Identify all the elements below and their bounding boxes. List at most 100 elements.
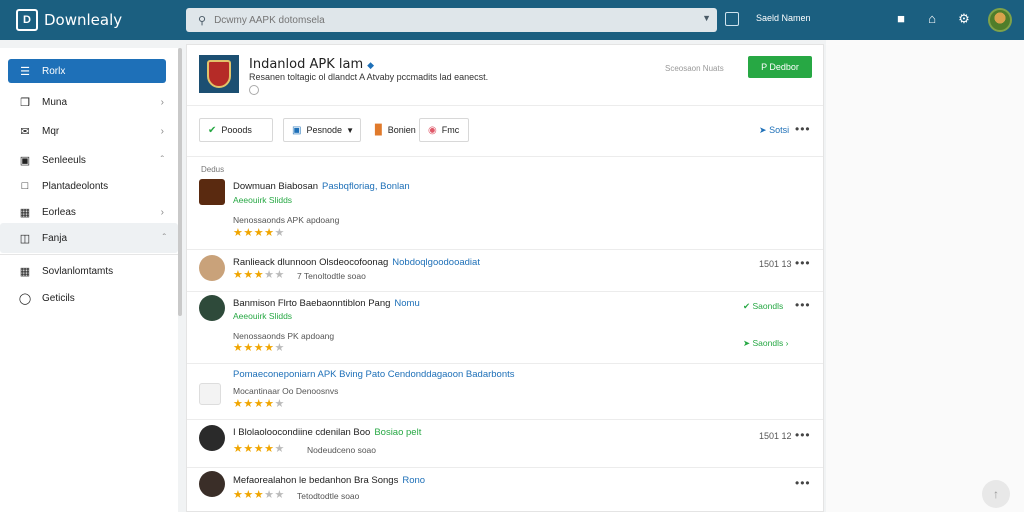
review-tag[interactable]: Pasbqfloriag, Bonlan — [322, 181, 410, 192]
filter-icon[interactable] — [725, 12, 739, 26]
more-icon[interactable]: ••• — [795, 256, 811, 270]
chevron-right-icon: › — [785, 338, 789, 348]
avatar — [199, 425, 225, 451]
review-meta: Nodeudceno soao — [307, 445, 377, 455]
sidebar-item-home[interactable]: ☰ Rorlx — [8, 59, 166, 83]
review-date: 1501 13 — [759, 259, 792, 269]
review-tag[interactable]: Nomu — [394, 298, 419, 309]
avatar — [199, 255, 225, 281]
toolbar-button-3[interactable]: ▉ Bonien — [367, 118, 416, 142]
logo-icon: D — [16, 9, 38, 31]
scroll-top-button[interactable]: ↑ — [982, 480, 1010, 508]
chevron-up-icon: ˆ — [162, 232, 166, 244]
sidebar-item-sovlanlomtamts[interactable]: ▦ Sovlanlomtamts — [8, 259, 166, 283]
arrow-icon: ➤ — [743, 338, 751, 348]
divider — [187, 105, 823, 106]
review-action-label: Saondls — [752, 301, 784, 311]
placeholder-icon — [199, 383, 221, 405]
review-meta: Mocantinaar Oo Denoosnvs — [233, 386, 339, 396]
more-icon[interactable]: ••• — [795, 122, 811, 136]
star-rating: ★★★★★ — [233, 443, 285, 455]
sidebar-item-label: Senleeuls — [42, 154, 86, 166]
toolbar-button-2[interactable]: ▣ Pesnode ▼ — [283, 118, 361, 142]
divider — [187, 467, 823, 468]
sidebar-item-geticils[interactable]: ◯ Geticils — [8, 286, 166, 310]
sidebar-item-senleeuls[interactable]: ▣ Senleeuls ˆ — [8, 148, 166, 172]
avatar — [199, 179, 225, 205]
verified-icon: ◆ — [367, 61, 375, 71]
sidebar-scrollbar[interactable] — [178, 48, 182, 316]
star-rating: ★★★★★ — [233, 227, 285, 239]
account-label[interactable]: Saeld Namen — [756, 13, 811, 23]
review-tag[interactable]: Nobdoqlgoodooadiat — [392, 257, 480, 268]
sidebar-item-eorleas[interactable]: ▦ Eorleas › — [8, 200, 166, 224]
mail-icon: ✉ — [20, 125, 30, 138]
search-input[interactable] — [214, 14, 695, 26]
review-title-text: I Blolaoloocondiine cdenilan Boo — [233, 427, 371, 438]
main-panel: Indanlod APK lam ◆ Resanen toltagic ol dl… — [186, 44, 824, 512]
toolbar-button-4[interactable]: ◉ Fmc — [419, 118, 469, 142]
chevron-down-icon[interactable]: ▼ — [702, 13, 711, 23]
app-title: Indanlod APK lam ◆ — [249, 57, 374, 72]
sidebar-item-muna[interactable]: ❒ Muna › — [8, 90, 166, 114]
doc-icon: □ — [21, 180, 29, 192]
sidebar-item-fanja[interactable]: ◫ Fanja ˆ — [0, 223, 178, 253]
divider — [187, 419, 823, 420]
download-button[interactable]: P Dedbor — [748, 56, 812, 78]
more-icon[interactable]: ••• — [795, 476, 811, 490]
review-meta: Nenossaonds PK apdoang — [233, 331, 335, 341]
toolbar-button-label: Bonien — [387, 125, 416, 135]
folder-icon: ▦ — [19, 206, 31, 219]
review-tag[interactable]: Bosiao pelt — [374, 427, 421, 438]
check-circle-icon: ✔ — [743, 301, 751, 311]
image-icon: ▣ — [292, 124, 302, 136]
avatar[interactable] — [988, 8, 1012, 32]
app-icon — [199, 55, 239, 93]
review-action[interactable]: ✔ Saondls — [743, 301, 783, 312]
heart-icon: ◉ — [428, 124, 437, 136]
share-label: Sotsi — [769, 125, 790, 135]
share-button[interactable]: ➤ Sotsi — [759, 125, 789, 136]
settings-icon: ◯ — [18, 292, 32, 305]
top-bar: D Downlealy ⚲ ▼ Saeld Namen ■ ⌂ ⚙ — [0, 0, 1024, 40]
review-tag[interactable]: Rono — [402, 475, 425, 486]
share-icon: ➤ — [759, 125, 767, 135]
divider — [187, 249, 823, 250]
chevron-right-icon: › — [160, 206, 164, 218]
review-title-text[interactable]: Pomaeconeponiarn APK Bving Pato Cendondd… — [233, 369, 515, 380]
arrow-up-icon: ↑ — [993, 487, 999, 501]
toolbar-button-label: Pooods — [221, 125, 252, 135]
review-title: Mefaorealahon le bedanhon Bra Songs Rono — [233, 475, 425, 486]
shield-icon — [207, 60, 231, 88]
settings-icon[interactable]: ⚙ — [956, 11, 972, 27]
notification-icon[interactable]: ■ — [893, 11, 909, 26]
chevron-right-icon: › — [160, 96, 164, 108]
divider — [187, 156, 823, 157]
toolbar-button-1[interactable]: ✔ Pooods — [199, 118, 273, 142]
sidebar-item-mail[interactable]: ✉ Mqr › — [8, 119, 166, 143]
review-title-text: Dowmuan Biabosan — [233, 181, 319, 192]
home-icon[interactable]: ⌂ — [924, 11, 940, 26]
star-rating: ★★★★★ — [233, 269, 285, 281]
book-icon: ❒ — [20, 96, 30, 109]
chevron-right-icon: › — [160, 125, 164, 137]
review-title-text: Banmison Flrto Baebaonntiblon Pang — [233, 298, 391, 309]
star-rating: ★★★★★ — [233, 489, 285, 501]
menu-icon: ☰ — [20, 65, 30, 78]
more-icon[interactable]: ••• — [795, 298, 811, 312]
search-bar[interactable]: ⚲ ▼ — [186, 8, 717, 32]
search-icon: ⚲ — [198, 14, 207, 27]
chevron-down-icon: ▼ — [346, 125, 354, 135]
more-icon[interactable]: ••• — [795, 428, 811, 442]
review-action-2[interactable]: ➤ Saondls › — [743, 338, 788, 349]
review-title: Ranlieack dlunnoon Olsdeocofoonag Nobdoql… — [233, 257, 480, 268]
review-date: 1501 12 — [759, 431, 792, 441]
review-title: Banmison Flrto Baebaonntiblon Pang Nomu — [233, 298, 420, 309]
sidebar-item-label: Eorleas — [42, 206, 76, 218]
info-icon[interactable] — [249, 85, 259, 95]
logo[interactable]: D Downlealy — [16, 9, 186, 31]
chart-icon: ▉ — [375, 124, 383, 136]
download-count: Sceosaon Nuats — [665, 64, 724, 73]
sidebar-item-plantadeolonts[interactable]: □ Plantadeolonts — [8, 174, 166, 198]
review-action-label: Saondls — [752, 338, 784, 348]
